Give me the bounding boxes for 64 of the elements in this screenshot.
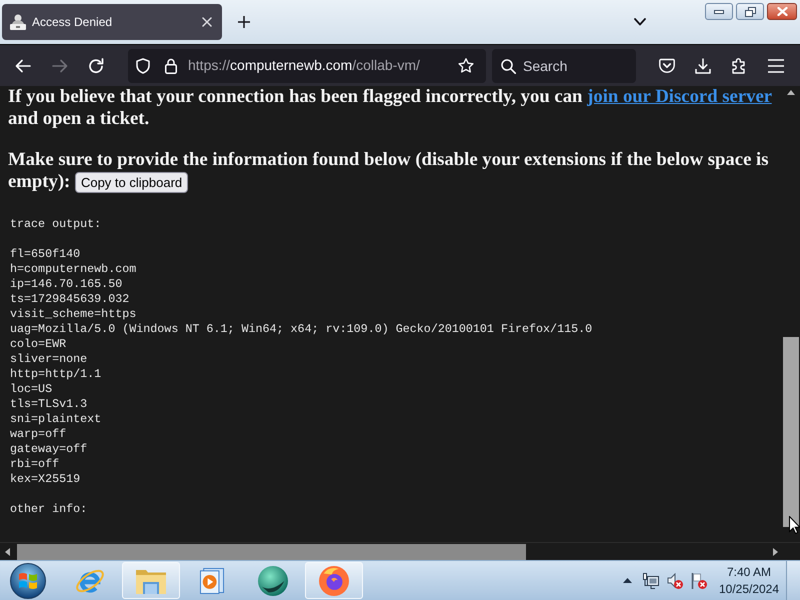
play-icon <box>200 568 224 594</box>
puzzle-icon[interactable] <box>732 58 746 74</box>
clock-date[interactable]: 10/25/2024 <box>718 580 780 598</box>
close-button[interactable] <box>767 3 797 20</box>
section-heading: trace output: <box>10 217 102 232</box>
trace-line: visit_scheme=https <box>10 307 138 322</box>
reload-icon[interactable] <box>88 58 104 74</box>
chevron-down-icon[interactable] <box>634 18 646 26</box>
minimize-button[interactable] <box>705 3 733 20</box>
taskbar-button[interactable] <box>305 562 363 599</box>
section-heading: other info: <box>10 502 88 517</box>
sphere-icon <box>258 566 288 596</box>
speaker-error-icon[interactable] <box>667 572 683 588</box>
discord-link[interactable]: join our Discord server <box>587 86 772 107</box>
trace-line: sliver=none <box>10 352 88 367</box>
scrollbar-thumb[interactable] <box>17 544 526 560</box>
address-field[interactable]: https://computernewb.com/collab-vm/ <box>128 48 486 82</box>
mouse-pointer-icon <box>789 516 800 534</box>
trace-line: sni=plaintext <box>10 412 102 427</box>
globe-icon <box>319 566 349 596</box>
network-icon[interactable] <box>643 572 659 588</box>
browser-tab[interactable]: Access Denied <box>2 4 222 40</box>
flag-orb-icon <box>10 562 46 598</box>
trace-line: kex=X25519 <box>10 472 82 487</box>
shield-icon[interactable] <box>136 58 150 74</box>
trace-line: ip=146.70.165.50 <box>10 277 124 292</box>
notice-text: If you believe that your connection has been flagged incorrectly, you can join our Discord server and open a ticket. <box>8 86 773 130</box>
restore-button[interactable] <box>736 3 764 20</box>
trace-line: colo=EWR <box>10 337 68 352</box>
caret-right-icon[interactable] <box>773 548 778 556</box>
search-icon <box>501 58 516 74</box>
search-field[interactable]: Search <box>492 48 636 82</box>
close-icon <box>776 7 788 16</box>
shield-chevron-icon[interactable] <box>659 58 675 74</box>
clock-time[interactable]: 7:40 AM <box>726 564 772 580</box>
caret-left-icon[interactable] <box>5 548 10 556</box>
trace-line: h=computernewb.com <box>10 262 138 277</box>
laptop-user-icon <box>10 14 26 30</box>
dash-icon <box>714 10 724 14</box>
menu-icon[interactable] <box>768 58 784 72</box>
folder-icon <box>136 568 166 594</box>
trace-line: ts=1729845639.032 <box>10 292 130 307</box>
flag-error-icon[interactable] <box>691 572 707 588</box>
trace-line: gateway=off <box>10 442 88 457</box>
caret-up-icon[interactable] <box>623 578 632 583</box>
trace-line: http=http/1.1 <box>10 367 102 382</box>
caret-up-icon[interactable] <box>787 90 795 95</box>
trace-line: warp=off <box>10 427 68 442</box>
url-text: https://computernewb.com/collab-vm/ <box>188 56 420 75</box>
download-icon[interactable] <box>695 58 711 74</box>
copy-button[interactable]: Copy to clipboard <box>74 172 188 193</box>
scrollbar-thumb[interactable] <box>783 337 799 527</box>
lock-icon[interactable] <box>165 58 177 74</box>
instruction-text: Make sure to provide the information found below (disable your extensions if the below space is empty): Copy to clipboard <box>8 149 770 193</box>
arrow-left-icon[interactable] <box>15 58 31 74</box>
trace-line: rbi=off <box>10 457 60 472</box>
plus-icon[interactable] <box>238 16 250 28</box>
overlapping-squares-icon <box>744 6 756 16</box>
close-icon[interactable] <box>202 17 212 27</box>
star-icon[interactable] <box>458 58 474 74</box>
trace-line: tls=TLSv1.3 <box>10 397 88 412</box>
trace-line: uag=Mozilla/5.0 (Windows NT 6.1; Win64; x64; rv:109.0) Gecko/20100101 Firefox/115.0 <box>10 322 594 337</box>
trace-line: loc=US <box>10 382 54 397</box>
trace-line: fl=650f140 <box>10 247 82 262</box>
